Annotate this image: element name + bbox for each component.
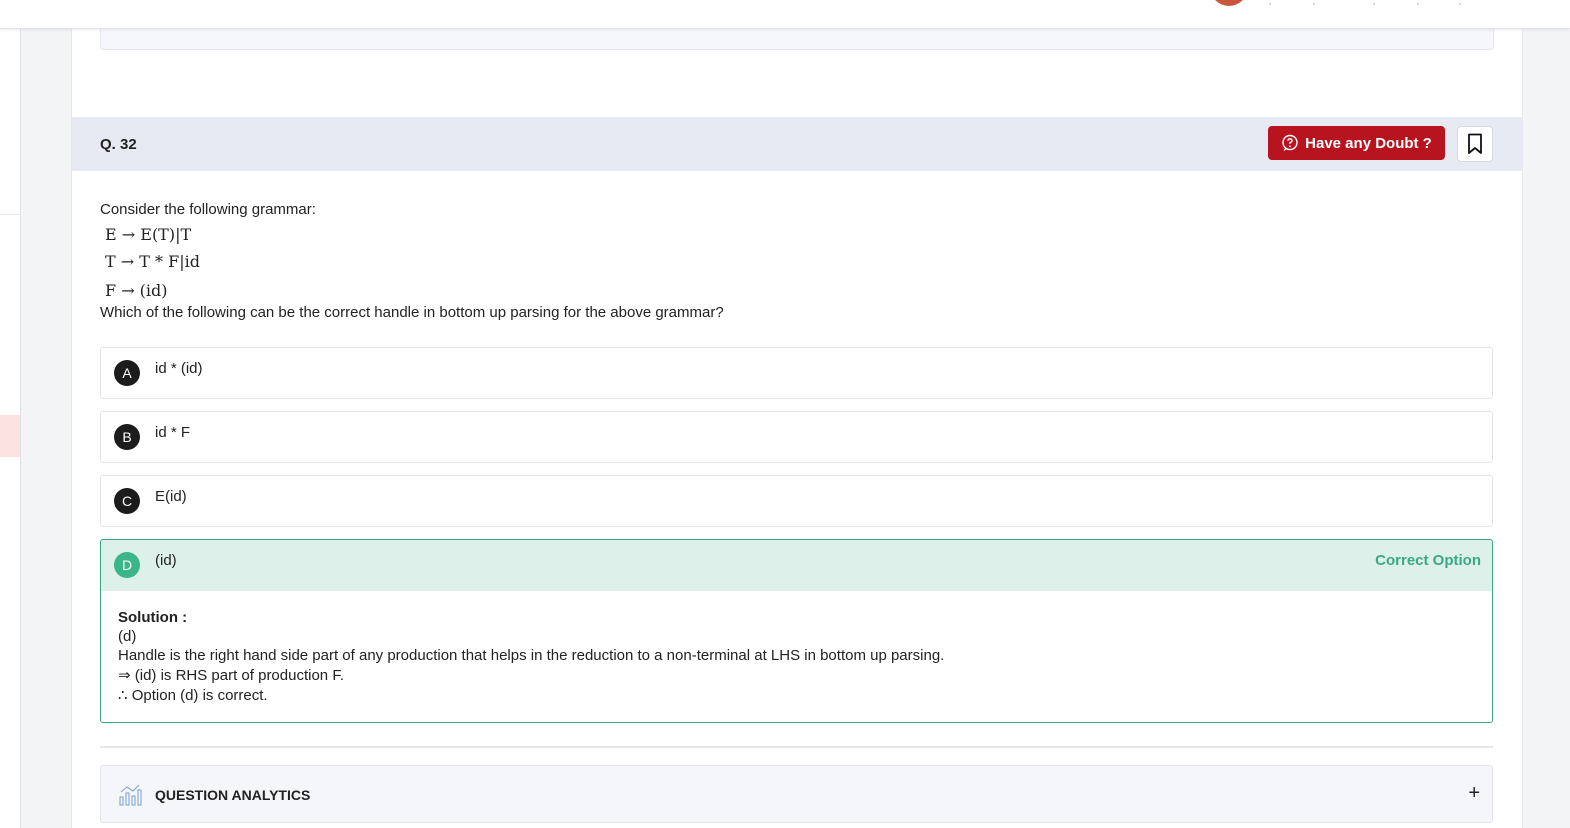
question-analytics-label: QUESTION ANALYTICS	[155, 787, 311, 803]
sidebar-active-marker[interactable]	[0, 415, 20, 457]
option-letter-badge: D	[114, 552, 140, 578]
option-b[interactable]: B id * F	[100, 411, 1493, 463]
option-a[interactable]: A id * (id)	[100, 347, 1493, 399]
option-text: (id)	[155, 552, 177, 569]
user-avatar[interactable]	[1210, 0, 1248, 6]
have-doubt-button[interactable]: Have any Doubt ?	[1268, 126, 1445, 160]
solution-title: Solution :	[118, 609, 188, 626]
analytics-chart-icon	[119, 784, 142, 806]
sidebar-divider	[0, 214, 20, 215]
option-c[interactable]: C E(id)	[100, 475, 1493, 527]
question-analytics-accordion[interactable]: QUESTION ANALYTICS +	[100, 765, 1493, 823]
option-letter-badge: C	[114, 488, 140, 514]
grammar-rule: F → (id)	[105, 281, 168, 300]
option-text: id * (id)	[155, 360, 203, 377]
question-card: Q. 32 Have any Doubt ? Consider the foll…	[71, 0, 1523, 828]
solution-line: ∴ Option (d) is correct.	[118, 687, 268, 704]
have-doubt-label: Have any Doubt ?	[1305, 134, 1432, 152]
left-sidebar-rail	[0, 28, 21, 828]
option-letter-badge: A	[114, 360, 140, 386]
question-prompt: Which of the following can be the correc…	[100, 304, 724, 321]
grammar-rule: T → T * F|id	[105, 252, 200, 271]
nav-icon[interactable]: ·	[1372, 0, 1378, 10]
bookmark-button[interactable]	[1457, 126, 1493, 162]
question-header: Q. 32 Have any Doubt ?	[72, 117, 1522, 171]
solution-line: Handle is the right hand side part of an…	[118, 647, 945, 664]
solution-panel: Solution : (d) Handle is the right hand …	[100, 591, 1493, 723]
nav-icon[interactable]: ·	[1458, 0, 1464, 10]
top-navigation-bar: · · · · ·	[0, 0, 1570, 29]
nav-icon[interactable]: ·	[1416, 0, 1422, 10]
option-text: E(id)	[155, 488, 187, 505]
bookmark-icon	[1468, 133, 1482, 154]
question-number: Q. 32	[100, 136, 137, 153]
nav-icon[interactable]: ·	[1312, 0, 1318, 10]
question-intro: Consider the following grammar:	[100, 201, 316, 218]
option-letter-badge: B	[114, 424, 140, 450]
chat-question-icon	[1282, 134, 1298, 151]
solution-line: ⇒ (id) is RHS part of production F.	[118, 667, 344, 684]
grammar-rule: E → E(T)|T	[105, 225, 192, 244]
section-divider	[100, 746, 1493, 748]
option-text: id * F	[155, 424, 191, 441]
correct-option-label: Correct Option	[1375, 552, 1481, 569]
option-d[interactable]: D (id) Correct Option	[100, 539, 1493, 592]
solution-line: (d)	[118, 628, 137, 645]
expand-plus-icon[interactable]: +	[1468, 782, 1480, 805]
nav-icon[interactable]: ·	[1268, 0, 1274, 10]
